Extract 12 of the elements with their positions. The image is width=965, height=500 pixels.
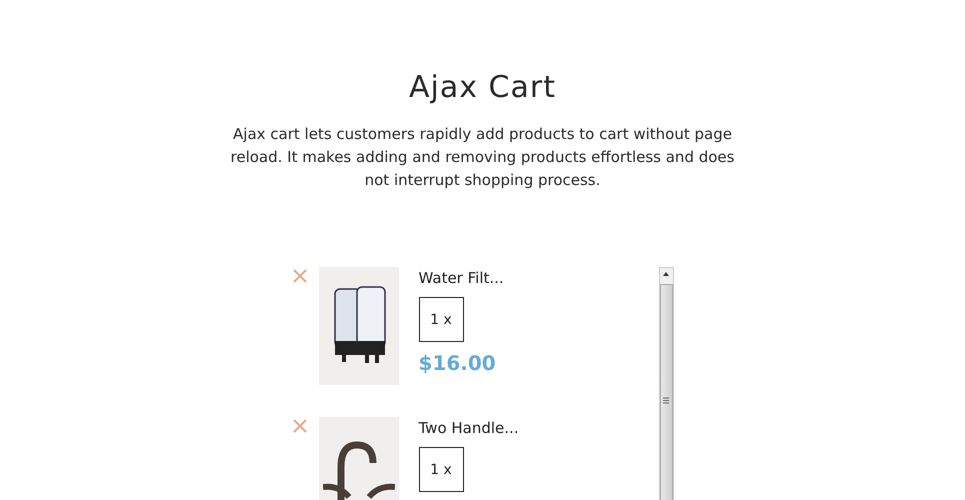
quantity-box: 1 x	[418, 447, 464, 492]
product-name[interactable]: Two Handle...	[418, 419, 519, 437]
remove-icon[interactable]	[292, 418, 308, 434]
quantity-box: 1 x	[418, 297, 464, 342]
remove-icon[interactable]	[292, 268, 308, 284]
scrollbar-thumb[interactable]	[660, 284, 672, 500]
product-name[interactable]: Water Filt...	[418, 269, 504, 287]
price: $16.00	[418, 351, 496, 375]
scrollbar[interactable]	[658, 267, 674, 500]
grip-icon[interactable]	[663, 397, 669, 404]
page-description: Ajax cart lets customers rapidly add products to cart without page reload. It makes adding and removing products effortless and does not interrupt shopping process.	[230, 124, 735, 191]
page-title: Ajax Cart	[409, 70, 556, 105]
